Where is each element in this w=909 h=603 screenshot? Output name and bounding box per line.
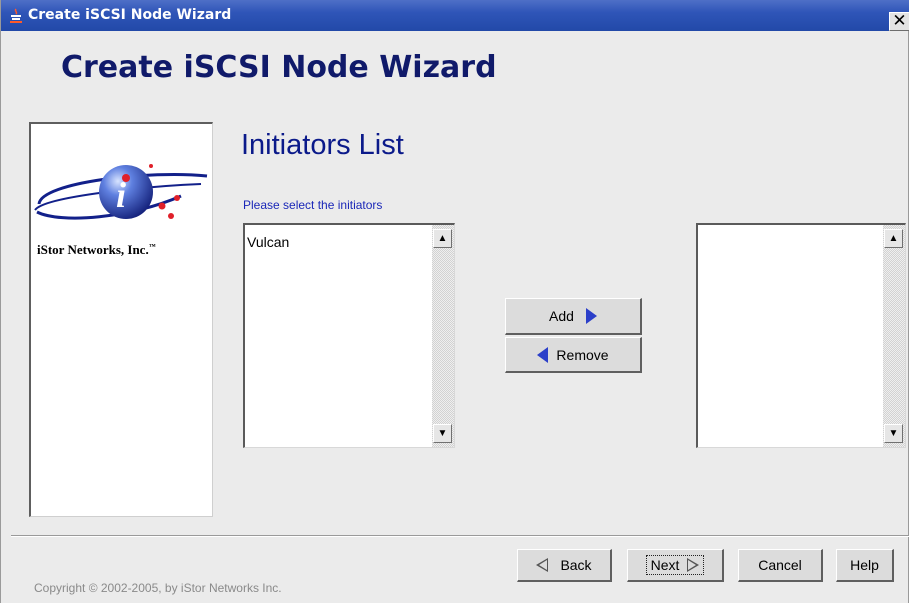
scroll-down-button[interactable]: ▼ xyxy=(884,424,903,443)
next-button-label: Next xyxy=(650,557,680,573)
trademark-mark: ™ xyxy=(148,242,156,251)
arrow-down-icon: ▼ xyxy=(888,428,899,439)
window-title: Create iSCSI Node Wizard xyxy=(28,7,232,23)
arrow-left-icon xyxy=(537,346,549,363)
remove-button-label: Remove xyxy=(556,346,609,363)
wizard-heading: Create iSCSI Node Wizard xyxy=(61,50,497,85)
scroll-up-button[interactable]: ▲ xyxy=(433,229,452,248)
scroll-up-button[interactable]: ▲ xyxy=(884,229,903,248)
help-button-label: Help xyxy=(850,557,879,573)
cancel-button-label: Cancel xyxy=(758,557,802,573)
scroll-down-button[interactable]: ▼ xyxy=(433,424,452,443)
cancel-button[interactable]: Cancel xyxy=(738,549,823,582)
company-name-text: iStor Networks, Inc. xyxy=(37,242,149,257)
focus-ring: Next xyxy=(645,555,705,575)
add-button-label: Add xyxy=(549,308,574,324)
java-cup-icon xyxy=(10,8,22,23)
wizard-window: Create iSCSI Node Wizard ✕ Create iSCSI … xyxy=(0,0,909,603)
vertical-scrollbar[interactable]: ▲ ▼ xyxy=(432,225,454,447)
available-initiators-list[interactable]: Vulcan ▲ ▼ xyxy=(243,223,455,448)
close-icon: ✕ xyxy=(892,11,907,31)
vertical-scrollbar[interactable]: ▲ ▼ xyxy=(883,225,905,447)
footer-separator xyxy=(11,535,909,537)
arrow-up-icon: ▲ xyxy=(888,233,899,244)
logo-panel: i iStor Networks, Inc.™ xyxy=(29,122,213,517)
copyright-text: Copyright © 2002-2005, by iStor Networks… xyxy=(34,581,282,595)
title-bar[interactable]: Create iSCSI Node Wizard xyxy=(1,0,909,31)
help-button[interactable]: Help xyxy=(836,549,894,582)
selected-initiators-list[interactable]: ▲ ▼ xyxy=(696,223,906,448)
next-button[interactable]: Next xyxy=(627,549,724,582)
back-arrow-icon xyxy=(536,558,549,572)
close-button[interactable]: ✕ xyxy=(889,12,909,31)
arrow-up-icon: ▲ xyxy=(437,233,448,244)
instruction-text: Please select the initiators xyxy=(243,198,383,212)
arrow-right-icon xyxy=(585,308,597,324)
back-button[interactable]: Back xyxy=(517,549,612,582)
remove-button[interactable]: Remove xyxy=(505,337,642,373)
istor-networks-logo-icon: i xyxy=(34,164,208,220)
next-arrow-icon xyxy=(687,558,700,572)
company-name: iStor Networks, Inc.™ xyxy=(37,242,156,258)
add-button[interactable]: Add xyxy=(505,298,642,335)
arrow-down-icon: ▼ xyxy=(437,428,448,439)
back-button-label: Back xyxy=(560,557,592,573)
section-title: Initiators List xyxy=(241,129,404,161)
list-item[interactable]: Vulcan xyxy=(247,234,289,250)
